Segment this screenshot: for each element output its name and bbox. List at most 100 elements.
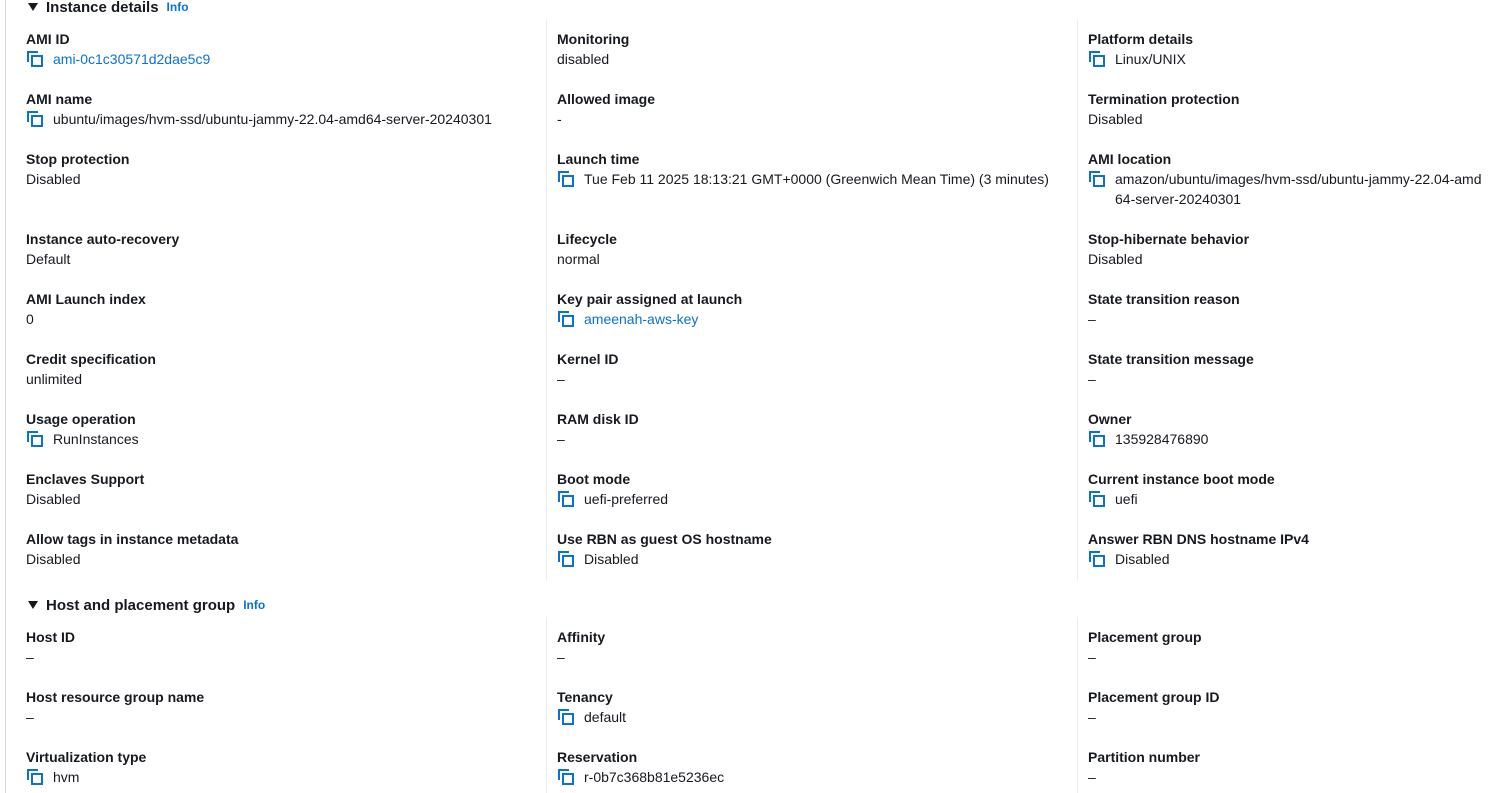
field-label: Use RBN as guest OS hostname xyxy=(557,531,772,547)
field-label: Allow tags in instance metadata xyxy=(26,531,239,547)
field-kernel-id: Kernel ID – xyxy=(557,349,1067,389)
field-placement-group: Placement group – xyxy=(1088,627,1501,667)
field-value: – xyxy=(1088,709,1096,725)
field-label: Partition number xyxy=(1088,749,1201,765)
column-divider xyxy=(546,617,547,793)
field-label: Kernel ID xyxy=(557,351,619,367)
field-value: Disabled xyxy=(584,551,639,567)
copy-icon[interactable] xyxy=(557,768,575,786)
field-label: Allowed image xyxy=(557,91,656,107)
field-label: Launch time xyxy=(557,151,640,167)
field-value: r-0b7c368b81e5236ec xyxy=(584,769,725,785)
field-value: Disabled xyxy=(26,171,81,187)
field-owner: Owner 135928476890 xyxy=(1088,409,1501,449)
copy-icon[interactable] xyxy=(26,50,44,68)
section-title-instance-details[interactable]: Instance details xyxy=(46,0,159,16)
field-affinity: Affinity – xyxy=(557,627,1067,667)
copy-icon[interactable] xyxy=(26,430,44,448)
field-label: Stop-hibernate behavior xyxy=(1088,231,1250,247)
field-lifecycle: Lifecycle normal xyxy=(557,229,1067,269)
field-usage-operation: Usage operation RunInstances xyxy=(26,409,536,449)
copy-icon[interactable] xyxy=(26,110,44,128)
field-key-pair: Key pair assigned at launch ameenah-aws-… xyxy=(557,289,1067,329)
field-value: Disabled xyxy=(26,551,81,567)
field-value: - xyxy=(557,111,562,127)
field-label: Placement group ID xyxy=(1088,689,1220,705)
copy-icon[interactable] xyxy=(557,490,575,508)
copy-icon[interactable] xyxy=(557,708,575,726)
field-value: default xyxy=(584,709,627,725)
field-label: Owner xyxy=(1088,411,1132,427)
ami-id-link[interactable]: ami-0c1c30571d2dae5c9 xyxy=(53,49,210,69)
field-value: 0 xyxy=(26,311,34,327)
field-value: unlimited xyxy=(26,371,83,387)
field-label: Answer RBN DNS hostname IPv4 xyxy=(1088,531,1309,547)
instance-details-header[interactable]: Instance details Info xyxy=(28,0,189,17)
copy-icon[interactable] xyxy=(1088,490,1106,508)
field-value: uefi-preferred xyxy=(584,491,669,507)
copy-icon[interactable] xyxy=(1088,550,1106,568)
field-label: Usage operation xyxy=(26,411,136,427)
field-label: Tenancy xyxy=(557,689,613,705)
field-label: Reservation xyxy=(557,749,638,765)
field-value: – xyxy=(1088,649,1096,665)
key-pair-link[interactable]: ameenah-aws-key xyxy=(584,309,698,329)
field-ami-id: AMI ID ami-0c1c30571d2dae5c9 xyxy=(26,29,536,69)
host-placement-header[interactable]: Host and placement group Info xyxy=(28,595,265,615)
field-allow-tags-metadata: Allow tags in instance metadata Disabled xyxy=(26,529,536,569)
field-value: normal xyxy=(557,251,600,267)
field-state-transition-reason: State transition reason – xyxy=(1088,289,1501,329)
copy-icon[interactable] xyxy=(1088,50,1106,68)
info-link[interactable]: Info xyxy=(167,0,189,14)
field-current-boot-mode: Current instance boot mode uefi xyxy=(1088,469,1501,509)
field-value: Disabled xyxy=(26,491,81,507)
field-label: Monitoring xyxy=(557,31,630,47)
field-value: 135928476890 xyxy=(1115,431,1209,447)
field-label: Platform details xyxy=(1088,31,1194,47)
field-use-rbn-hostname: Use RBN as guest OS hostname Disabled xyxy=(557,529,1067,569)
field-ram-disk-id: RAM disk ID – xyxy=(557,409,1067,449)
field-value: disabled xyxy=(557,51,610,67)
info-link[interactable]: Info xyxy=(243,598,265,612)
field-label: Instance auto-recovery xyxy=(26,231,180,247)
left-border xyxy=(5,0,6,793)
field-label: State transition message xyxy=(1088,351,1254,367)
field-value: – xyxy=(1088,769,1096,785)
field-label: AMI name xyxy=(26,91,93,107)
field-stop-protection: Stop protection Disabled xyxy=(26,149,536,189)
copy-icon[interactable] xyxy=(557,170,575,188)
caret-down-icon[interactable] xyxy=(28,601,38,609)
field-host-resource-group-name: Host resource group name – xyxy=(26,687,536,727)
field-value: Disabled xyxy=(1088,111,1143,127)
field-label: State transition reason xyxy=(1088,291,1240,307)
field-label: Termination protection xyxy=(1088,91,1240,107)
field-value: Tue Feb 11 2025 18:13:21 GMT+0000 (Green… xyxy=(584,171,1049,187)
field-state-transition-message: State transition message – xyxy=(1088,349,1501,389)
field-ami-location: AMI location amazon/ubuntu/images/hvm-ss… xyxy=(1088,149,1488,209)
copy-icon[interactable] xyxy=(557,310,575,328)
field-value: ubuntu/images/hvm-ssd/ubuntu-jammy-22.04… xyxy=(53,111,492,127)
field-value: RunInstances xyxy=(53,431,139,447)
field-platform-details: Platform details Linux/UNIX xyxy=(1088,29,1501,69)
section-title-host-placement[interactable]: Host and placement group xyxy=(46,597,235,614)
field-label: Boot mode xyxy=(557,471,631,487)
caret-down-icon[interactable] xyxy=(28,3,38,11)
field-label: AMI Launch index xyxy=(26,291,146,307)
field-label: AMI location xyxy=(1088,151,1172,167)
instance-details-page: Instance details Info AMI ID ami-0c1c305… xyxy=(0,0,1501,793)
field-label: Current instance boot mode xyxy=(1088,471,1275,487)
column-divider xyxy=(1077,617,1078,793)
field-value: amazon/ubuntu/images/hvm-ssd/ubuntu-jamm… xyxy=(1115,171,1482,207)
field-label: Lifecycle xyxy=(557,231,617,247)
field-value: Default xyxy=(26,251,71,267)
field-monitoring: Monitoring disabled xyxy=(557,29,1067,69)
field-reservation: Reservation r-0b7c368b81e5236ec xyxy=(557,747,1067,787)
field-partition-number: Partition number – xyxy=(1088,747,1501,787)
copy-icon[interactable] xyxy=(1088,430,1106,448)
copy-icon[interactable] xyxy=(26,768,44,786)
copy-icon[interactable] xyxy=(1088,170,1106,188)
field-value: – xyxy=(26,649,34,665)
field-label: RAM disk ID xyxy=(557,411,639,427)
copy-icon[interactable] xyxy=(557,550,575,568)
field-placement-group-id: Placement group ID – xyxy=(1088,687,1501,727)
